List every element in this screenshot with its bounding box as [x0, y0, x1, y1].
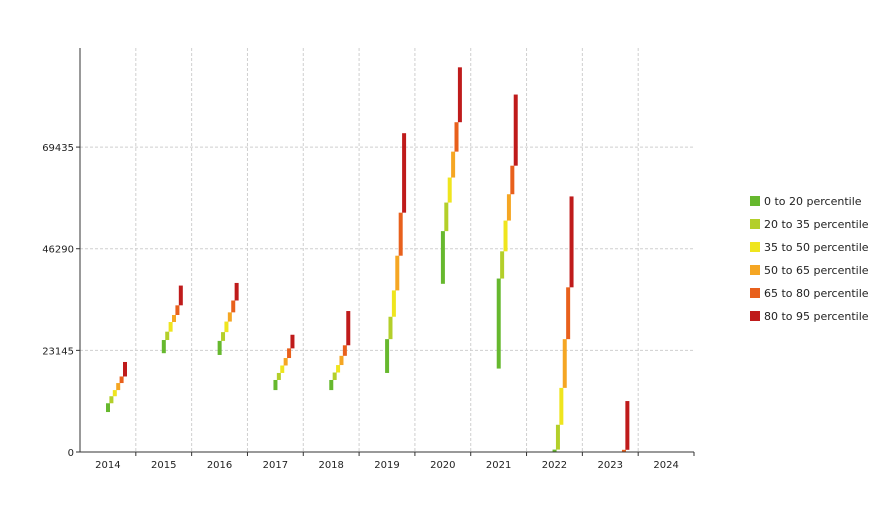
- bar-segment: [451, 151, 456, 178]
- grid: [80, 48, 694, 452]
- bar-segment: [510, 165, 515, 195]
- bar-segment: [385, 339, 390, 373]
- bar-segment: [391, 290, 396, 317]
- bar-segment: [513, 94, 518, 166]
- bar-segment: [283, 358, 288, 366]
- bar-segment: [336, 365, 341, 373]
- bar-segment: [496, 278, 501, 369]
- legend-swatch: [750, 311, 760, 321]
- bar-segment: [290, 334, 295, 349]
- bar-segment: [106, 403, 110, 413]
- x-tick-label: 2020: [430, 460, 455, 471]
- x-tick-label: 2023: [598, 460, 623, 471]
- x-tick-label: 2014: [95, 460, 120, 471]
- bar-segment: [119, 376, 124, 384]
- legend-swatch: [750, 265, 760, 275]
- bar-segment: [217, 340, 222, 355]
- bar-segment: [555, 424, 560, 450]
- legend-swatch: [750, 219, 760, 229]
- bar-segment: [109, 396, 114, 404]
- y-tick-label: 0: [68, 448, 74, 459]
- bar-segment: [231, 300, 236, 313]
- legend-label: 20 to 35 percentile: [764, 218, 869, 231]
- y-tick-label: 46290: [42, 245, 74, 256]
- percentile-chart: 0 23145 46290 69435 2014 2015 2016 2017 2018 2019…: [42, 48, 869, 471]
- bar-segment: [454, 122, 459, 152]
- legend: 0 to 20 percentile 20 to 35 percentile 35 …: [750, 195, 869, 323]
- bar-segment: [500, 251, 505, 279]
- bar-segment: [402, 133, 407, 213]
- bar-segment: [506, 194, 511, 221]
- bar-segment: [273, 379, 278, 391]
- bar-segment: [178, 285, 183, 306]
- bar-segment: [447, 177, 452, 203]
- bar-segment: [227, 312, 232, 322]
- x-tick-label: 2017: [263, 460, 288, 471]
- bar-segment: [339, 355, 344, 366]
- legend-label: 35 to 50 percentile: [764, 241, 869, 254]
- bar-segment: [625, 401, 630, 450]
- bar-segment: [444, 202, 449, 232]
- bar-segment: [440, 231, 445, 284]
- legend-swatch: [750, 242, 760, 252]
- bar-segment: [224, 321, 229, 333]
- x-tick-label: 2019: [374, 460, 399, 471]
- bar-segment: [388, 316, 393, 340]
- bar-segment: [395, 255, 400, 291]
- bar-segment: [566, 287, 571, 340]
- bar-segment: [168, 322, 173, 332]
- bar-segment: [569, 196, 574, 288]
- x-tick-label: 2024: [653, 460, 678, 471]
- bar-segment: [276, 372, 281, 380]
- bar-segment: [112, 390, 117, 397]
- legend-swatch: [750, 288, 760, 298]
- y-tick-label: 23145: [42, 346, 74, 357]
- bar-segment: [346, 311, 351, 346]
- x-tick-label: 2021: [486, 460, 511, 471]
- x-tick-label: 2022: [542, 460, 567, 471]
- bar-segment: [280, 365, 285, 373]
- legend-swatch: [750, 196, 760, 206]
- bar-segment: [161, 340, 166, 354]
- chart: 0 23145 46290 69435 2014 2015 2016 2017 2018 2019…: [0, 0, 875, 516]
- bar-segment: [234, 282, 239, 301]
- bar-segment: [116, 383, 121, 391]
- legend-label: 65 to 80 percentile: [764, 287, 869, 300]
- bar-segment: [562, 339, 567, 388]
- axes: 0 23145 46290 69435 2014 2015 2016 2017 2018 2019…: [42, 48, 695, 471]
- bar-segment: [457, 67, 462, 123]
- bar-segment: [398, 212, 403, 256]
- bar-segment: [342, 345, 347, 356]
- bar-segment: [329, 379, 334, 391]
- bar-segment: [559, 387, 564, 425]
- bar-segment: [503, 220, 508, 252]
- legend-label: 0 to 20 percentile: [764, 195, 862, 208]
- legend-label: 50 to 65 percentile: [764, 264, 869, 277]
- x-tick-label: 2018: [318, 460, 343, 471]
- bar-segment: [165, 331, 170, 341]
- x-tick-label: 2015: [151, 460, 176, 471]
- bars: [106, 67, 630, 452]
- bar-segment: [123, 361, 127, 377]
- bar-segment: [221, 332, 226, 341]
- y-tick-label: 69435: [42, 143, 74, 154]
- bar-segment: [172, 314, 177, 323]
- legend-label: 80 to 95 percentile: [764, 310, 869, 323]
- bar-segment: [287, 348, 292, 359]
- x-tick-label: 2016: [207, 460, 232, 471]
- bar-segment: [175, 305, 180, 315]
- bar-segment: [332, 372, 337, 380]
